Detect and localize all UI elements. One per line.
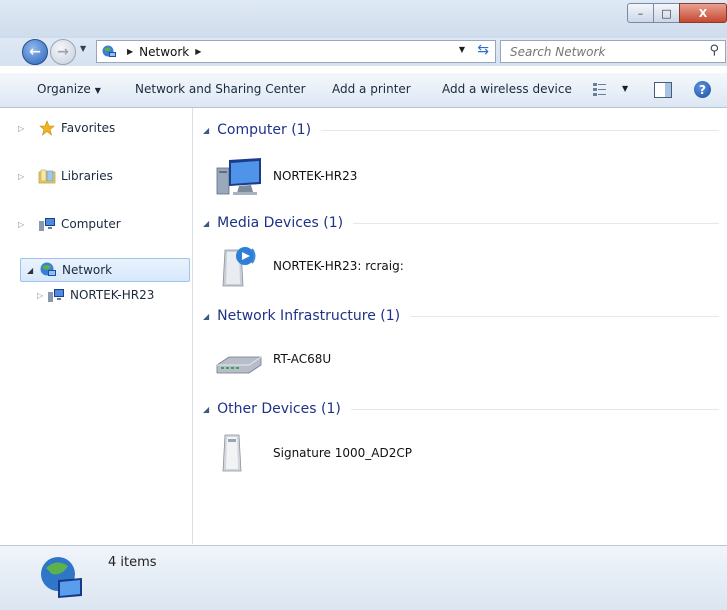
item-count: 4 items xyxy=(108,555,157,570)
recent-pages-dropdown[interactable]: ▼ xyxy=(80,44,86,53)
collapse-arrow-icon[interactable]: ◢ xyxy=(203,312,209,321)
item-label: NORTEK-HR23: rcraig: xyxy=(273,259,404,273)
group-divider xyxy=(353,222,719,224)
group-header-computer[interactable]: ◢ Computer (1) xyxy=(203,119,719,141)
expand-arrow-icon[interactable]: ▷ xyxy=(18,172,24,181)
router-icon xyxy=(215,337,263,381)
nav-item-favorites[interactable]: ▷ Favorites xyxy=(18,116,116,140)
title-bar: – □ X xyxy=(0,0,727,38)
libraries-icon xyxy=(38,168,56,184)
item-label: RT-AC68U xyxy=(273,352,332,366)
refresh-icon[interactable]: ⇆ xyxy=(477,42,489,58)
nav-item-label: Network xyxy=(62,263,113,277)
nav-item-libraries[interactable]: ▷ Libraries xyxy=(18,164,113,188)
details-pane: 4 items xyxy=(0,545,727,610)
group-header-media-devices[interactable]: ◢ Media Devices (1) xyxy=(203,212,719,234)
expand-arrow-icon[interactable]: ▷ xyxy=(37,291,43,300)
window-controls: – □ X xyxy=(627,3,727,23)
device-tower-icon xyxy=(215,431,263,475)
minimize-button[interactable]: – xyxy=(627,3,654,23)
collapse-arrow-icon[interactable]: ◢ xyxy=(203,126,209,135)
search-icon[interactable]: ⚲ xyxy=(709,43,719,58)
maximize-button[interactable]: □ xyxy=(653,3,680,23)
group-header-other-devices[interactable]: ◢ Other Devices (1) xyxy=(203,398,719,420)
group-header-network-infrastructure[interactable]: ◢ Network Infrastructure (1) xyxy=(203,305,719,327)
item-label: Signature 1000_AD2CP xyxy=(273,446,412,460)
nav-item-label: NORTEK-HR23 xyxy=(70,288,155,302)
list-item[interactable]: NORTEK-HR23 xyxy=(215,153,357,199)
expand-arrow-icon[interactable]: ▷ xyxy=(18,220,24,229)
group-title: Network Infrastructure (1) xyxy=(217,308,401,324)
collapse-arrow-icon[interactable]: ◢ xyxy=(203,405,209,414)
help-button[interactable]: ? xyxy=(694,81,711,98)
breadcrumb-network[interactable]: Network xyxy=(139,45,189,59)
group-divider xyxy=(350,408,719,410)
nav-item-label: Computer xyxy=(61,217,121,231)
list-item[interactable]: RT-AC68U xyxy=(215,336,331,382)
content-pane: ◢ Computer (1) NORTEK-HR23 ◢ Media Devic… xyxy=(193,108,727,544)
organize-button[interactable]: Organize ▼ xyxy=(37,82,101,96)
group-divider xyxy=(410,315,719,317)
nav-item-network[interactable]: ◢ Network xyxy=(20,258,190,282)
monitor-icon xyxy=(215,154,263,198)
search-box: ⚲ xyxy=(500,40,726,63)
preview-pane-icon[interactable] xyxy=(654,82,672,98)
nav-item-label: Favorites xyxy=(61,121,116,135)
navigation-pane: ▷ Favorites ▷ Libraries ▷ Computer ◢ Net… xyxy=(0,108,193,544)
network-icon xyxy=(101,45,117,59)
command-toolbar: Organize ▼ Network and Sharing Center Add… xyxy=(0,73,727,108)
computer-icon xyxy=(38,216,56,232)
list-item[interactable]: Signature 1000_AD2CP xyxy=(215,430,412,476)
breadcrumb-arrow-icon[interactable]: ▶ xyxy=(195,47,201,56)
nav-item-label: Libraries xyxy=(61,169,113,183)
change-view-icon[interactable] xyxy=(592,81,608,97)
group-title: Other Devices (1) xyxy=(217,401,341,417)
view-options-dropdown-icon[interactable]: ▼ xyxy=(622,84,628,93)
collapse-arrow-icon[interactable]: ◢ xyxy=(203,219,209,228)
address-dropdown-icon[interactable]: ▼ xyxy=(459,45,465,54)
list-item[interactable]: NORTEK-HR23: rcraig: xyxy=(215,243,404,289)
group-title: Computer (1) xyxy=(217,122,312,138)
computer-icon xyxy=(47,287,65,303)
star-icon xyxy=(38,120,56,136)
back-button[interactable]: ← xyxy=(22,39,48,65)
network-sharing-center-button[interactable]: Network and Sharing Center xyxy=(135,82,306,96)
group-title: Media Devices (1) xyxy=(217,215,344,231)
close-button[interactable]: X xyxy=(679,3,727,23)
address-row: ← → ▼ ▶ Network ▶ ▼ ⇆ ⚲ xyxy=(0,38,727,66)
expand-arrow-icon[interactable]: ▷ xyxy=(18,124,24,133)
media-server-icon xyxy=(215,244,263,288)
search-input[interactable] xyxy=(508,43,702,60)
group-divider xyxy=(321,129,719,131)
add-printer-button[interactable]: Add a printer xyxy=(332,82,411,96)
add-wireless-device-button[interactable]: Add a wireless device xyxy=(442,82,572,96)
breadcrumb: ▶ Network ▶ xyxy=(121,45,207,59)
network-globe-icon xyxy=(38,554,84,600)
nav-item-nortek-hr23[interactable]: ▷ NORTEK-HR23 xyxy=(37,283,155,307)
organize-label: Organize xyxy=(37,82,91,96)
forward-button[interactable]: → xyxy=(50,39,76,65)
collapse-arrow-icon[interactable]: ◢ xyxy=(27,266,33,275)
address-bar[interactable]: ▶ Network ▶ ▼ ⇆ xyxy=(96,40,496,63)
network-icon xyxy=(39,262,57,278)
chevron-down-icon: ▼ xyxy=(94,86,101,95)
breadcrumb-arrow-icon[interactable]: ▶ xyxy=(127,47,133,56)
nav-item-computer[interactable]: ▷ Computer xyxy=(18,212,121,236)
item-label: NORTEK-HR23 xyxy=(273,169,358,183)
